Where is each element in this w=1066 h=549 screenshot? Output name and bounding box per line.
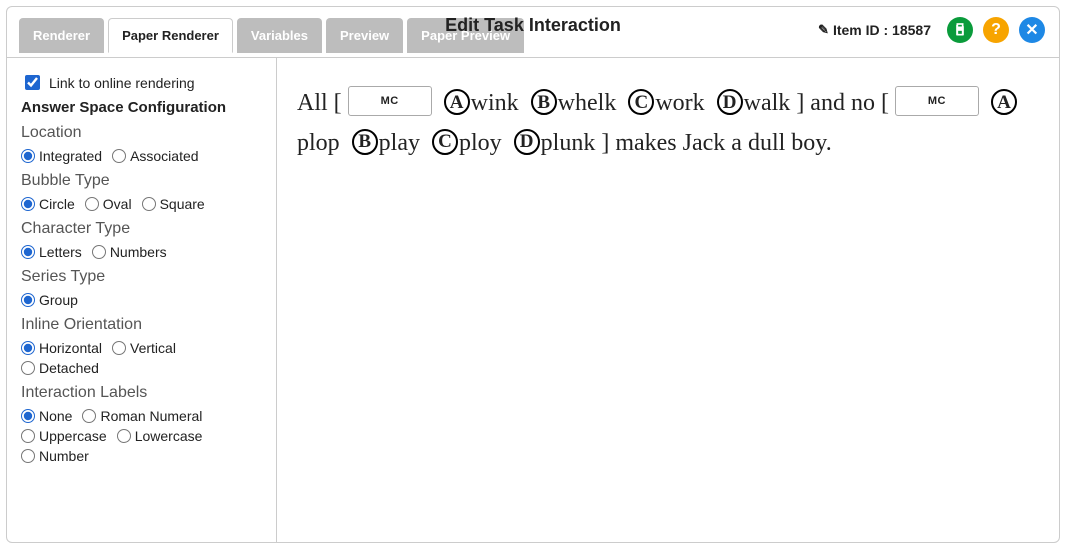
ilabel-number[interactable]: Number [21,448,89,464]
ilabel-lower[interactable]: Lowercase [117,428,203,444]
choice2-d-word: plunk [541,130,596,156]
inline-orientation-options: Horizontal Vertical Detached [21,340,262,376]
location-integrated[interactable]: Integrated [21,148,102,164]
mc-button-2[interactable]: MC [895,86,979,116]
preview-text-mid: ] and no [ [796,90,889,116]
location-options: Integrated Associated [21,148,262,164]
character-type-options: Letters Numbers [21,244,262,260]
series-type-options: Group [21,292,262,308]
inline-orientation-heading: Inline Orientation [21,316,262,334]
sidebar: Link to online rendering Answer Space Co… [7,58,277,542]
tab-preview[interactable]: Preview [326,18,403,53]
close-button[interactable]: ✕ [1019,17,1045,43]
help-button[interactable]: ? [983,17,1009,43]
choice1-c-word: work [655,90,704,116]
item-id-label: ✎ Item ID : 18587 [818,22,931,38]
orient-vertical[interactable]: Vertical [112,340,176,356]
preview-text-prefix: All [ [297,90,342,116]
location-heading: Location [21,124,262,142]
bubble-type-heading: Bubble Type [21,172,262,190]
choice2-a-bubble: A [991,89,1017,115]
save-icon [952,22,968,38]
bubble-oval[interactable]: Oval [85,196,132,212]
config-title: Answer Space Configuration [21,99,262,116]
char-letters[interactable]: Letters [21,244,82,260]
interaction-labels-options: None Roman Numeral Uppercase Lowercase N… [21,408,262,464]
preview-text-suffix: ] makes Jack a dull boy. [601,130,831,156]
tab-renderer[interactable]: Renderer [19,18,104,53]
choice2-d-bubble: D [514,129,540,155]
bubble-square[interactable]: Square [142,196,205,212]
choice1-d-word: walk [744,90,791,116]
edit-task-window: Renderer Paper Renderer Variables Previe… [6,6,1060,543]
help-icon: ? [991,21,1001,39]
preview-pane: All [ MC Awink Bwhelk Cwork Dwalk ] and … [277,58,1059,542]
bubble-circle[interactable]: Circle [21,196,75,212]
item-id-text: Item ID : 18587 [833,22,931,38]
header-actions: ✎ Item ID : 18587 ? ✕ [818,17,1045,43]
choice2-b-word: play [379,130,420,156]
tab-paper-renderer[interactable]: Paper Renderer [108,18,233,53]
series-group[interactable]: Group [21,292,78,308]
pencil-icon: ✎ [818,22,829,38]
char-numbers[interactable]: Numbers [92,244,167,260]
choice2-b-bubble: B [352,129,378,155]
header: Renderer Paper Renderer Variables Previe… [7,7,1059,57]
link-online-checkbox[interactable] [25,75,40,90]
body: Link to online rendering Answer Space Co… [7,57,1059,542]
ilabel-none[interactable]: None [21,408,72,424]
orient-detached[interactable]: Detached [21,360,99,376]
choice1-d-bubble: D [717,89,743,115]
character-type-heading: Character Type [21,220,262,238]
ilabel-roman[interactable]: Roman Numeral [82,408,202,424]
choice1-c-bubble: C [628,89,654,115]
interaction-labels-heading: Interaction Labels [21,384,262,402]
series-type-heading: Series Type [21,268,262,286]
location-associated[interactable]: Associated [112,148,198,164]
tab-bar: Renderer Paper Renderer Variables Previe… [7,7,524,52]
choice1-a-word: wink [471,90,519,116]
bubble-type-options: Circle Oval Square [21,196,262,212]
mc-button-1[interactable]: MC [348,86,432,116]
close-icon: ✕ [1025,20,1038,40]
choice1-b-bubble: B [531,89,557,115]
choice1-b-word: whelk [558,90,617,116]
orient-horizontal[interactable]: Horizontal [21,340,102,356]
link-online-label: Link to online rendering [49,75,195,91]
choice2-c-word: ploy [459,130,502,156]
ilabel-upper[interactable]: Uppercase [21,428,107,444]
tab-variables[interactable]: Variables [237,18,322,53]
choice2-a-word: plop [297,130,340,156]
tab-paper-preview[interactable]: Paper Preview [407,18,524,53]
choice2-c-bubble: C [432,129,458,155]
save-button[interactable] [947,17,973,43]
choice1-a-bubble: A [444,89,470,115]
